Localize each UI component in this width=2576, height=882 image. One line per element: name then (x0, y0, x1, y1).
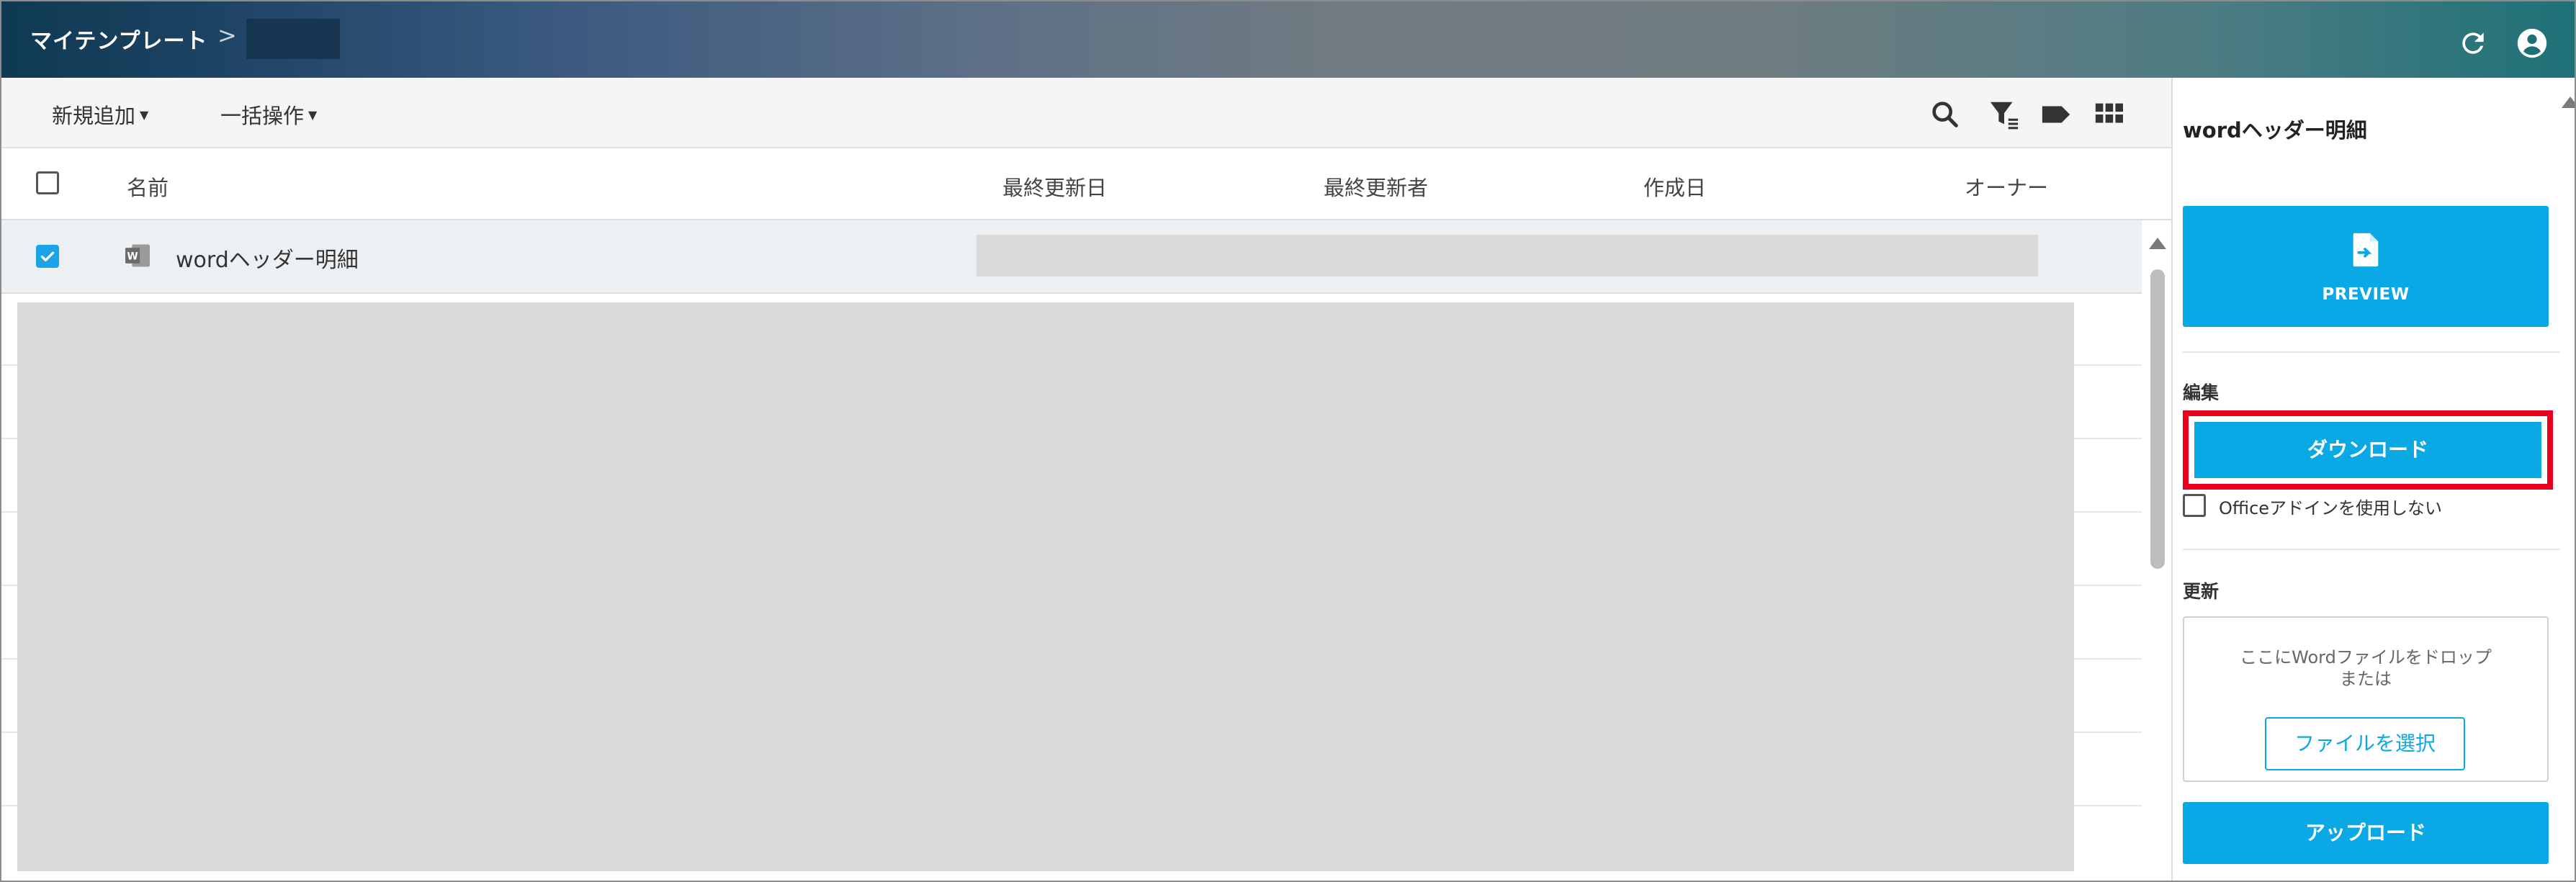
drop-zone-or: または (2340, 669, 2392, 689)
search-icon[interactable] (1929, 98, 1962, 131)
bulk-action-label: 一括操作 (220, 104, 305, 128)
breadcrumb-redacted-item (246, 19, 340, 59)
column-header-name[interactable]: 名前 (127, 171, 169, 202)
row-checkbox[interactable] (36, 245, 59, 268)
download-button[interactable]: ダウンロード (2194, 422, 2541, 478)
redacted-row-details (977, 235, 2038, 276)
user-account-icon[interactable] (2516, 27, 2548, 59)
refresh-icon[interactable] (2457, 27, 2489, 59)
list-toolbar: 新規追加 ▼ 一括操作 ▼ (1, 78, 2171, 148)
drop-zone-text: ここにWordファイルをドロップ または (2184, 647, 2547, 690)
filter-icon[interactable] (1988, 98, 2021, 131)
panel-title: wordヘッダー明細 (2183, 118, 2367, 143)
redacted-list-area (17, 302, 2074, 871)
preview-label: PREVIEW (2322, 285, 2410, 304)
bulk-action-dropdown[interactable]: 一括操作 ▼ (220, 99, 317, 130)
new-add-label: 新規追加 (52, 104, 136, 128)
new-add-dropdown[interactable]: 新規追加 ▼ (52, 99, 148, 130)
svg-text:W: W (127, 251, 138, 262)
tag-icon[interactable] (2039, 98, 2073, 131)
drop-zone-instruction: ここにWordファイルをドロップ (2240, 647, 2492, 667)
word-file-icon: W (125, 244, 150, 267)
grid-view-icon[interactable] (2093, 98, 2126, 131)
panel-divider (2183, 549, 2560, 550)
list-scrollbar[interactable] (2150, 269, 2165, 569)
caret-down-icon: ▼ (140, 108, 149, 122)
app-window: マイテンプレート > 新規追加 ▼ 一括操作 ▼ 名前 最終更新日 最終更新者 … (0, 0, 2576, 882)
select-file-button[interactable]: ファイルを選択 (2265, 717, 2465, 770)
column-header-last-updated-by[interactable]: 最終更新者 (1324, 171, 1428, 202)
table-header: 名前 最終更新日 最終更新者 作成日 オーナー (1, 148, 2171, 220)
no-office-addin-label[interactable]: Officeアドインを使用しない (2219, 494, 2442, 519)
column-header-last-updated[interactable]: 最終更新日 (1002, 171, 1107, 202)
file-preview-icon (2353, 233, 2379, 267)
panel-divider (2183, 351, 2560, 353)
caret-down-icon: ▼ (308, 108, 318, 122)
update-section-label: 更新 (2183, 581, 2220, 602)
preview-button[interactable]: PREVIEW (2183, 206, 2549, 327)
edit-section-label: 編集 (2183, 382, 2220, 403)
panel-scroll-up-arrow-icon[interactable] (2562, 96, 2575, 108)
breadcrumb-my-templates[interactable]: マイテンプレート (30, 23, 208, 55)
column-header-owner[interactable]: オーナー (1965, 171, 2048, 202)
table-row[interactable]: W wordヘッダー明細 (1, 220, 2142, 294)
breadcrumb-separator: > (217, 22, 237, 49)
select-all-checkbox[interactable] (36, 171, 59, 194)
detail-panel: wordヘッダー明細 PREVIEW 編集 ダウンロード Officeアドインを… (2171, 78, 2575, 881)
download-highlight-box: ダウンロード (2183, 410, 2553, 490)
file-drop-zone[interactable]: ここにWordファイルをドロップ または ファイルを選択 (2183, 616, 2549, 782)
upload-button[interactable]: アップロード (2183, 802, 2549, 864)
row-file-name[interactable]: wordヘッダー明細 (176, 242, 359, 274)
column-header-created-date[interactable]: 作成日 (1643, 171, 1706, 202)
top-header: マイテンプレート > (1, 1, 2575, 78)
no-office-addin-checkbox[interactable] (2183, 494, 2206, 517)
check-icon (40, 251, 55, 262)
scroll-up-arrow-icon[interactable] (2149, 238, 2166, 249)
